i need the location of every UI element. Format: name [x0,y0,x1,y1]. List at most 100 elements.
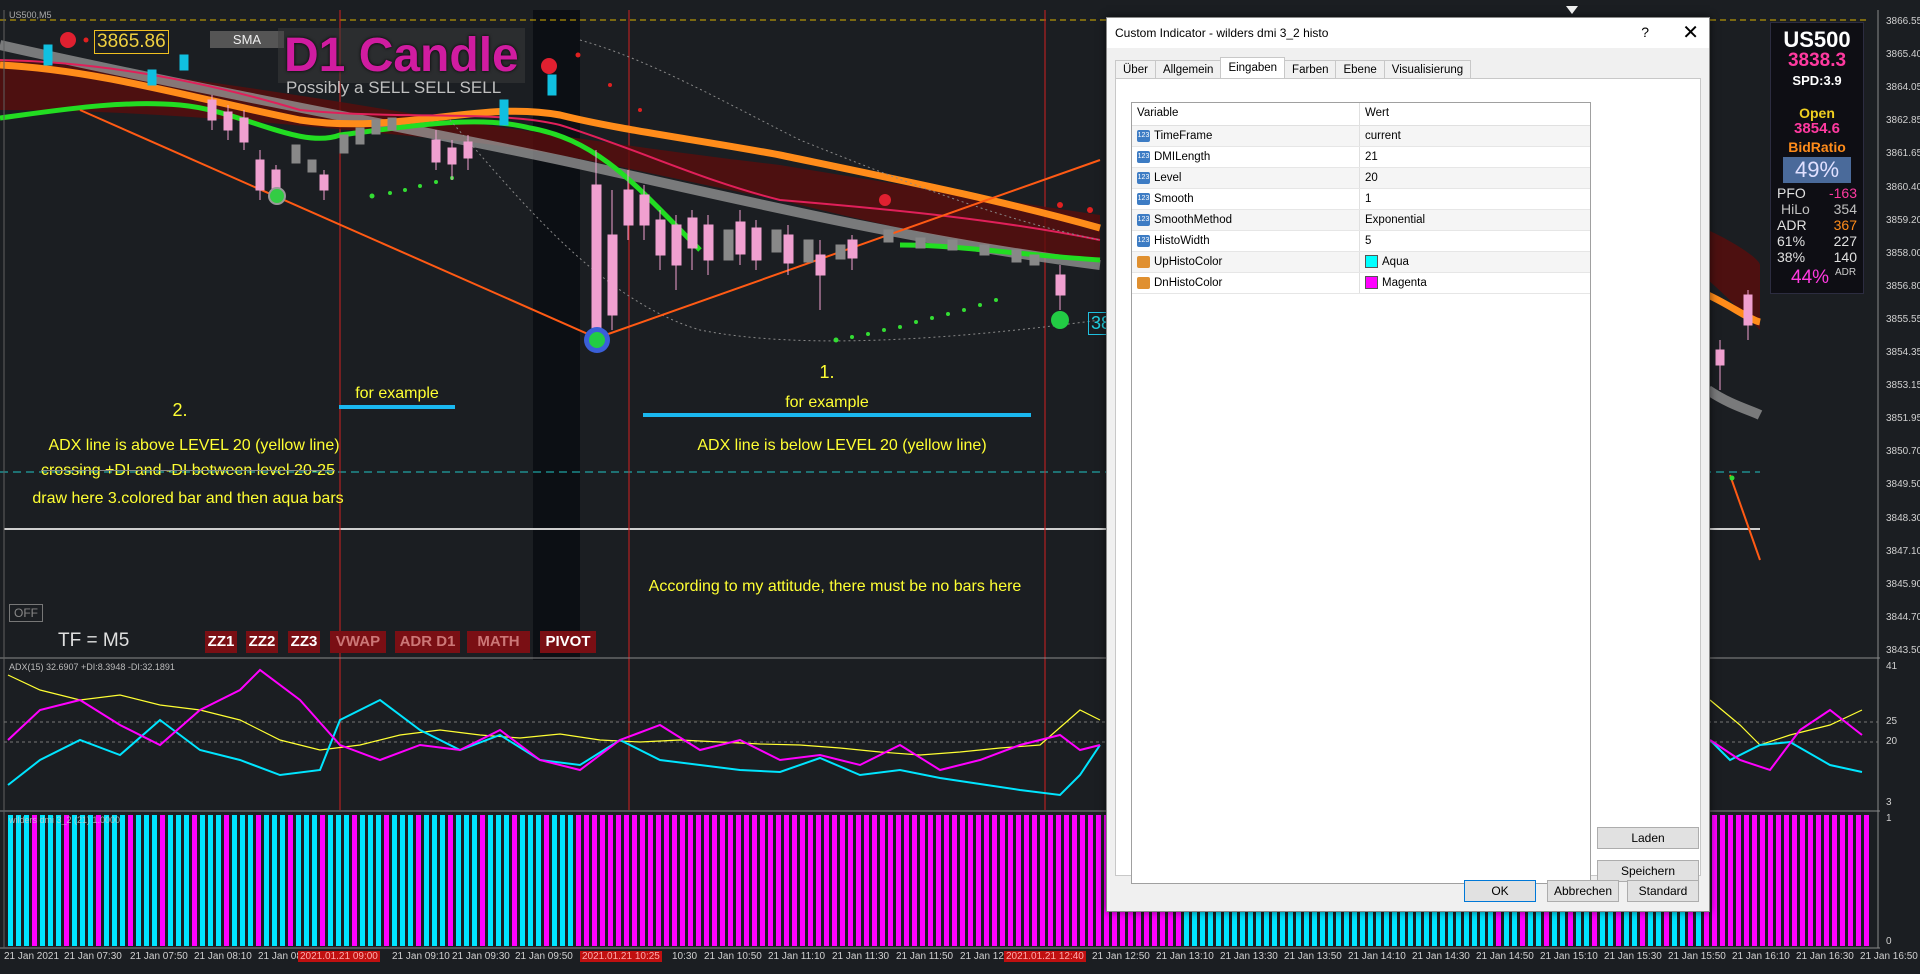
tab-eingaben[interactable]: Eingaben [1220,57,1286,79]
number-parameter-icon: 123 [1137,192,1150,205]
histogram-bar [1816,815,1821,946]
parameter-row[interactable]: 123 HistoWidth 5 [1132,231,1590,252]
tab-ebene[interactable]: Ebene [1335,60,1385,79]
parameter-value[interactable]: 20 [1365,172,1378,184]
histogram-bar [1728,815,1733,946]
session-highlight-band [533,10,580,660]
histogram-bar [456,815,461,946]
parameter-value[interactable]: 21 [1365,151,1378,163]
off-toggle[interactable]: OFF [9,604,43,622]
parameter-row[interactable]: UpHistoColor Aqua [1132,252,1590,273]
parameter-value[interactable]: current [1365,130,1401,142]
parameter-value[interactable]: 5 [1365,235,1371,247]
histogram-bar [592,815,597,946]
price-axis-label: 3866.55 [1886,16,1920,27]
bid-price: 3838.3 [1787,50,1847,71]
parameter-row[interactable]: 123 TimeFrame current [1132,126,1590,147]
adx-axis-41: 41 [1886,661,1898,672]
histogram-bar [864,815,869,946]
help-icon[interactable]: ? [1641,24,1649,40]
histogram-bar [1072,815,1077,946]
histogram-bar [464,815,469,946]
vwap-button[interactable]: VWAP [330,631,386,653]
parameter-value[interactable]: Exponential [1365,214,1425,226]
price-axis-label: 3848.30 [1886,512,1920,524]
tab-allgemein[interactable]: Allgemein [1154,60,1222,79]
histogram-bar [992,815,997,946]
histogram-bar [672,815,677,946]
histogram-bar [112,815,117,946]
bidratio-value: 49% [1783,157,1851,183]
adr-d1-button[interactable]: ADR D1 [395,631,460,653]
histogram-bar [560,815,565,946]
pivot-button[interactable]: PIVOT [540,631,596,653]
parameters-grid: Variable Wert 123 TimeFrame current 123 DMIL… [1131,102,1591,884]
annotation-adx-above: ADX line is above LEVEL 20 (yellow line) [48,437,340,454]
zz2-button[interactable]: ZZ2 [246,631,278,653]
histogram-bar [72,815,77,946]
price-axis-label: 3844.70 [1886,611,1920,623]
parameter-value[interactable]: Aqua [1382,256,1409,268]
histogram-bar [848,815,853,946]
column-header-value[interactable]: Wert [1360,103,1590,125]
histogram-bar [8,815,13,946]
dialog-titlebar[interactable]: Custom Indicator - wilders dmi 3_2 histo… [1107,18,1709,48]
price-axis-label: 3858.00 [1886,247,1920,259]
time-axis-label: 21 Jan 14:30 [1412,951,1470,962]
time-axis-label: 21 Jan 16:30 [1796,951,1854,962]
close-icon[interactable]: ✕ [1682,20,1699,45]
parameter-row[interactable]: 123 Smooth 1 [1132,189,1590,210]
histogram-bar [1792,815,1797,946]
zz1-button[interactable]: ZZ1 [205,631,237,653]
color-parameter-icon [1137,255,1150,268]
histogram-bar [720,815,725,946]
load-button[interactable]: Laden [1597,827,1699,849]
parameter-row[interactable]: 123 DMILength 21 [1132,147,1590,168]
parameter-name: HistoWidth [1154,235,1210,247]
price-axis-label: 3845.90 [1886,578,1920,590]
parameter-value[interactable]: Magenta [1382,277,1427,289]
histogram-bar [352,815,357,946]
sma-button[interactable]: SMA [210,31,284,48]
histogram-bar [624,815,629,946]
parameter-value[interactable]: 1 [1365,193,1371,205]
histogram-bar [1808,815,1813,946]
histogram-bar [696,815,701,946]
histogram-bar [736,815,741,946]
histogram-bar [128,815,133,946]
histogram-bar [776,815,781,946]
timeframe-label: TF = M5 [58,630,130,651]
parameter-row[interactable]: 123 Level 20 [1132,168,1590,189]
chart-shift-marker[interactable] [1566,6,1578,14]
math-button[interactable]: MATH [467,631,530,653]
histogram-bar [256,815,261,946]
pfo-label: PFO [1777,185,1806,201]
parameter-row[interactable]: DnHistoColor Magenta [1132,273,1590,294]
color-swatch [1365,276,1378,290]
tab-farben[interactable]: Farben [1284,60,1337,79]
tab-ueber[interactable]: Über [1115,60,1156,79]
time-axis-label: 21 Jan 13:50 [1284,951,1342,962]
histogram-bar [928,815,933,946]
annotation-label-2: 2. [172,400,188,420]
cancel-button[interactable]: Abbrechen [1547,880,1619,902]
d1-candle-subtitle: Possibly a SELL SELL SELL [286,78,502,97]
histogram-bar [1864,815,1869,946]
annotation-for-example-left: for example [355,385,439,402]
histogram-bar [1024,815,1029,946]
histogram-bar [40,815,45,946]
price-axis-label: 3864.05 [1886,82,1920,94]
buy-signal-right [1051,311,1069,329]
histogram-bar [88,815,93,946]
histogram-bar [32,815,37,946]
zz3-button[interactable]: ZZ3 [288,631,320,653]
parameter-row[interactable]: 123 SmoothMethod Exponential [1132,210,1590,231]
save-button[interactable]: Speichern [1597,860,1699,882]
histogram-bar [1088,815,1093,946]
ok-button[interactable]: OK [1464,880,1536,902]
price-axis-label: 3853.15 [1886,380,1920,392]
column-header-variable[interactable]: Variable [1132,103,1360,125]
default-button[interactable]: Standard [1627,880,1699,902]
histogram-bar [800,815,805,946]
tab-visualisierung[interactable]: Visualisierung [1383,60,1472,79]
